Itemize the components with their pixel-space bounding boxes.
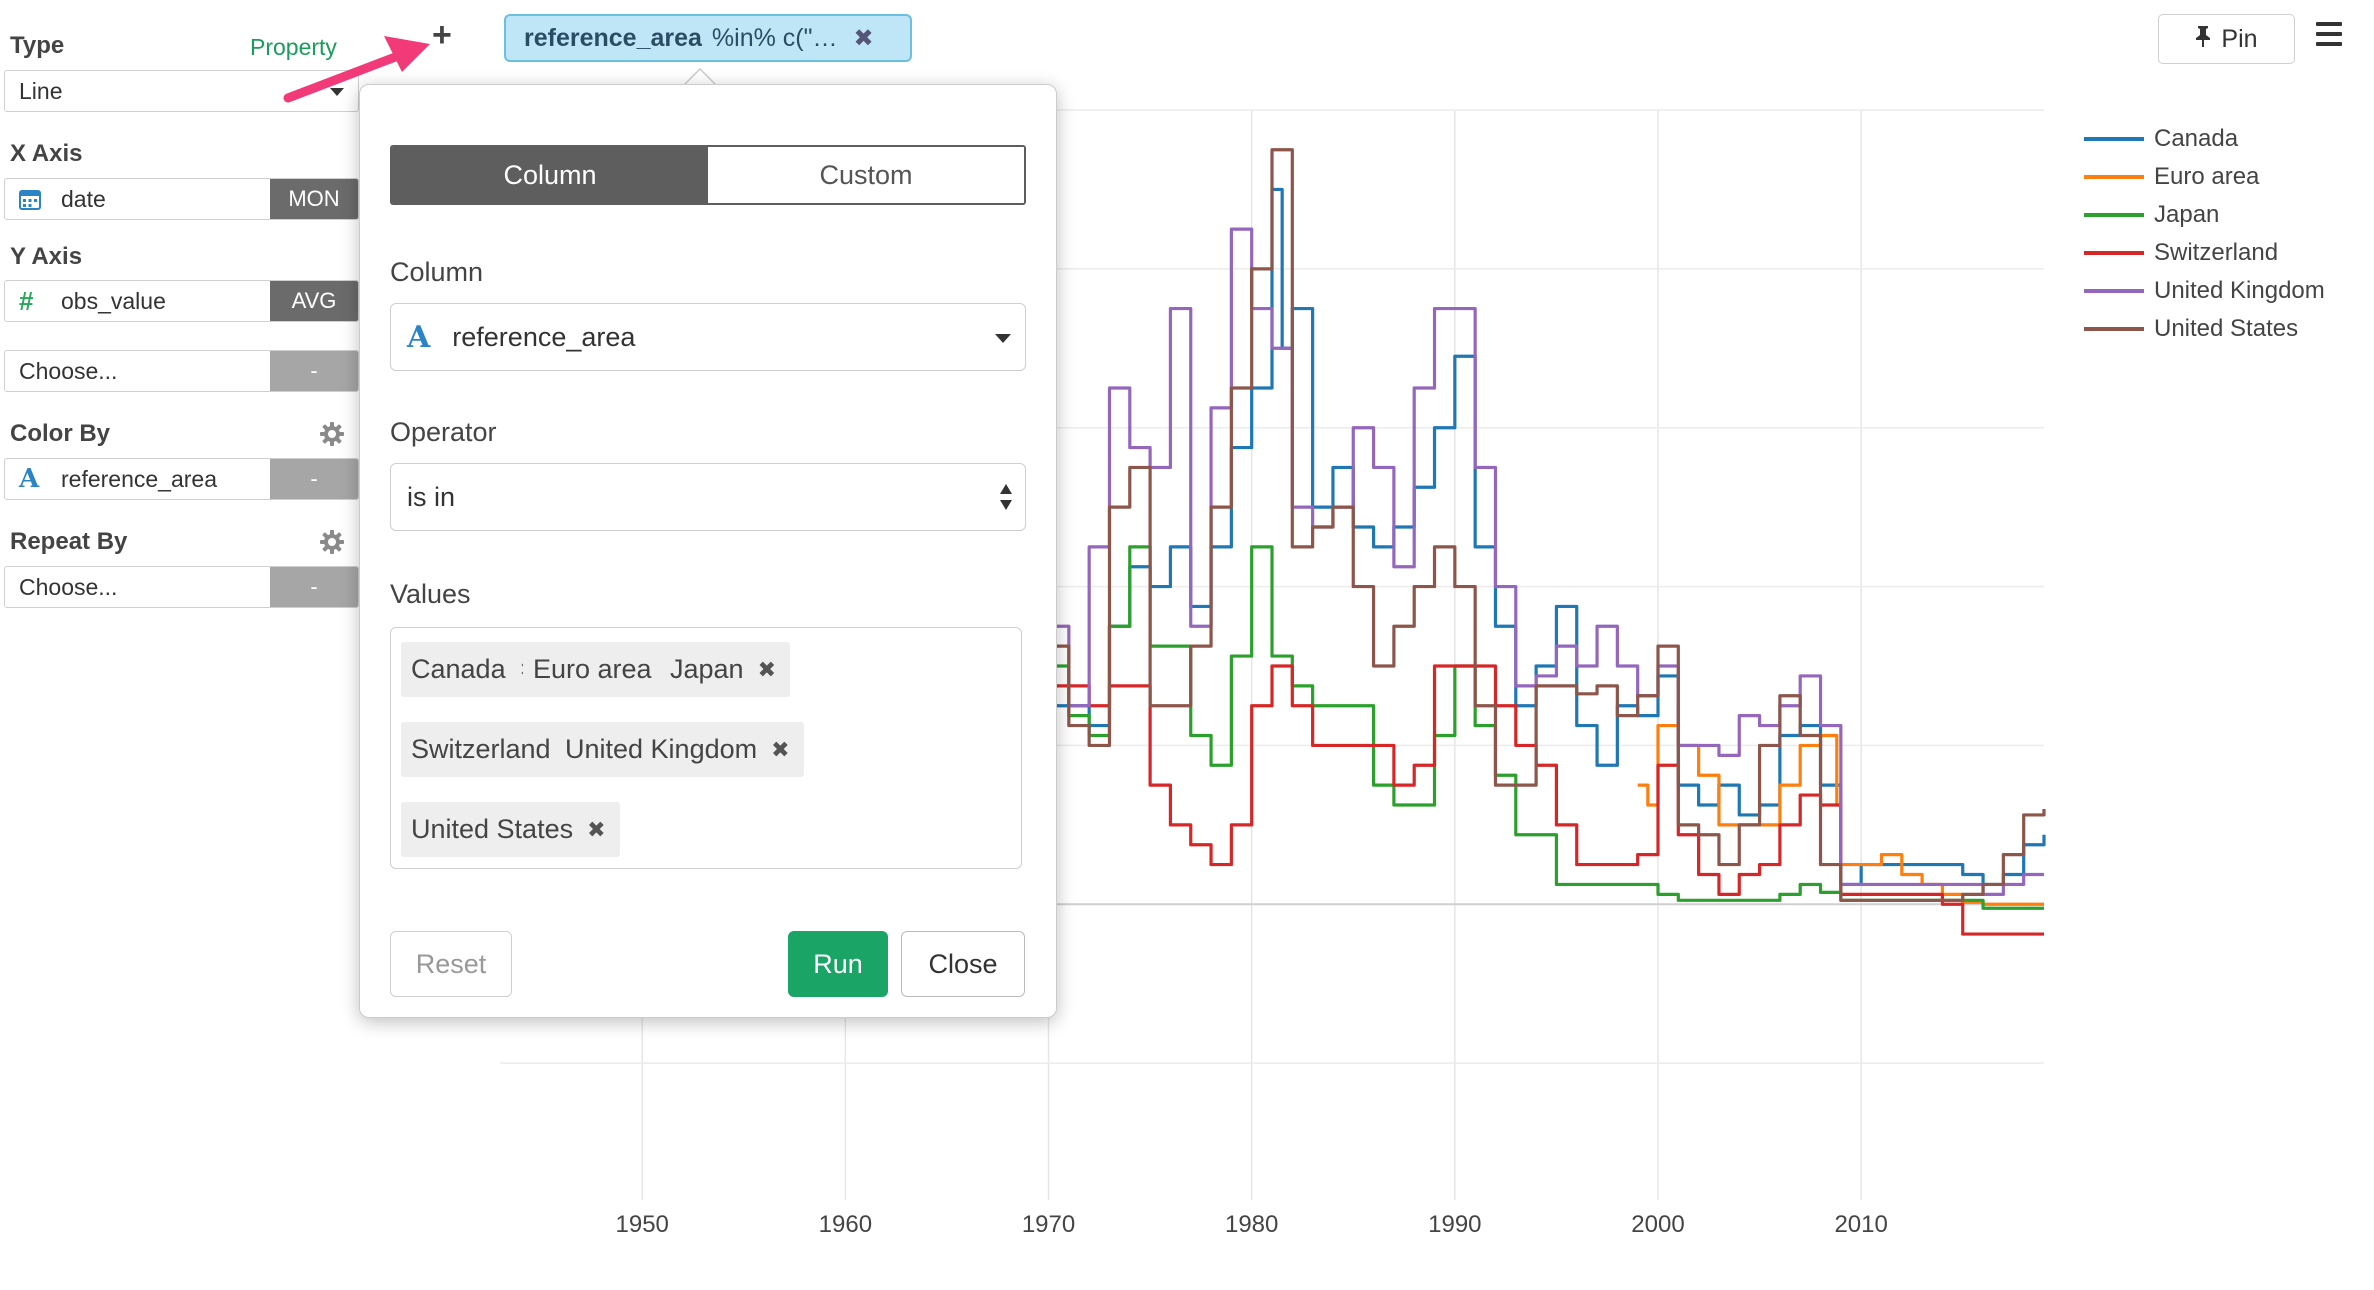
color-by-label: Color By	[10, 420, 111, 447]
legend-label: United Kingdom	[2154, 277, 2325, 304]
x-tick-label: 2000	[1631, 1211, 1684, 1238]
repeat-by-gear-icon[interactable]	[318, 528, 346, 556]
color-by-field[interactable]: A reference_area -	[4, 458, 359, 500]
legend-label: Switzerland	[2154, 239, 2279, 266]
value-tag: United Kingdom ✖	[555, 722, 804, 777]
remove-tag-icon[interactable]: ✖	[771, 737, 789, 763]
y-axis-extra-placeholder: Choose...	[19, 357, 118, 384]
value-tag-label: Euro area	[533, 654, 652, 684]
legend-item[interactable]: Japan	[2084, 196, 2325, 234]
y-axis-agg-button[interactable]: AVG	[270, 281, 358, 321]
close-icon[interactable]: ✖	[853, 24, 873, 53]
y-axis-extra-field[interactable]: Choose... -	[4, 350, 359, 392]
x-axis-field[interactable]: date MON	[4, 178, 359, 220]
operator-label: Operator	[390, 417, 497, 447]
color-by-value: reference_area	[61, 465, 217, 492]
values-tag-input[interactable]: Canada ✖ Euro area ✖ Japan ✖ Switzerland ✖ U…	[390, 627, 1022, 869]
x-axis-agg-button[interactable]: MON	[270, 179, 358, 219]
legend-swatch	[2084, 213, 2144, 217]
repeat-by-placeholder: Choose...	[19, 573, 118, 600]
legend-item[interactable]: United States	[2084, 310, 2325, 348]
column-label: Column	[390, 257, 484, 287]
calendar-icon	[19, 188, 49, 210]
column-select-value: reference_area	[452, 321, 636, 352]
series-line-switzerland	[1048, 664, 2044, 936]
reset-button[interactable]: Reset	[390, 931, 512, 997]
value-tag-label: Canada	[411, 654, 506, 684]
y-axis-field[interactable]: # obs_value AVG	[4, 280, 359, 322]
chart-type-value: Line	[19, 77, 63, 104]
series-line-united-kingdom	[1048, 227, 2044, 896]
x-tick-label: 1950	[616, 1211, 669, 1238]
y-axis-extra-agg-button[interactable]: -	[270, 351, 358, 391]
x-tick-label: 2010	[1834, 1211, 1887, 1238]
pin-icon	[2195, 25, 2211, 53]
y-axis-value: obs_value	[61, 287, 166, 314]
pin-button[interactable]: Pin	[2158, 14, 2295, 64]
value-tag: Japan ✖	[660, 642, 791, 697]
values-label: Values	[390, 579, 471, 609]
series-line-canada	[1048, 187, 2046, 887]
close-button[interactable]: Close	[901, 931, 1025, 997]
repeat-by-label: Repeat By	[10, 528, 128, 555]
filter-popover: Column Custom Column A reference_area Op…	[359, 84, 1057, 1018]
legend-label: Euro area	[2154, 163, 2260, 190]
pin-label: Pin	[2221, 24, 2258, 53]
remove-tag-icon[interactable]: ✖	[758, 657, 776, 683]
filter-chip-field: reference_area	[524, 23, 702, 52]
hash-icon: #	[19, 285, 34, 316]
x-tick-label: 1980	[1225, 1211, 1278, 1238]
type-label: Type	[10, 32, 65, 59]
legend-item[interactable]: Euro area	[2084, 158, 2325, 196]
chart-legend: Canada Euro area Japan Switzerland United Ki…	[2084, 120, 2325, 348]
add-filter-plus-icon[interactable]: +	[432, 18, 452, 52]
x-tick-label: 1960	[819, 1211, 872, 1238]
legend-swatch	[2084, 137, 2144, 141]
x-tick-label: 1990	[1428, 1211, 1481, 1238]
legend-swatch	[2084, 251, 2144, 255]
y-axis-label: Y Axis	[10, 243, 83, 270]
popover-pointer	[684, 68, 716, 85]
text-type-icon: A	[19, 464, 40, 494]
legend-label: Canada	[2154, 125, 2239, 152]
color-by-agg-button[interactable]: -	[270, 459, 358, 499]
legend-swatch	[2084, 289, 2144, 293]
legend-item[interactable]: United Kingdom	[2084, 272, 2325, 310]
value-tag-label: Japan	[670, 654, 744, 684]
up-down-chevron-icon	[1000, 484, 1012, 510]
legend-swatch	[2084, 327, 2144, 331]
x-axis-label: X Axis	[10, 140, 83, 167]
legend-label: United States	[2154, 315, 2299, 342]
value-tag: United States ✖	[401, 802, 620, 857]
operator-select-value: is in	[407, 481, 456, 512]
tab-column[interactable]: Column	[392, 147, 708, 203]
legend-swatch	[2084, 175, 2144, 179]
repeat-by-agg-button[interactable]: -	[270, 567, 358, 607]
filter-mode-tabs: Column Custom	[390, 145, 1026, 205]
legend-label: Japan	[2154, 201, 2220, 228]
x-tick-label: 1970	[1022, 1211, 1075, 1238]
value-tag-label: Switzerland	[411, 734, 551, 764]
filter-chip-expr: %in% c("…	[711, 23, 838, 52]
legend-item[interactable]: Switzerland	[2084, 234, 2325, 272]
chevron-down-icon	[995, 334, 1011, 343]
color-by-gear-icon[interactable]	[318, 420, 346, 448]
value-tag-label: United Kingdom	[565, 734, 758, 764]
run-button[interactable]: Run	[788, 931, 888, 997]
legend-item[interactable]: Canada	[2084, 120, 2325, 158]
text-type-icon: A	[407, 319, 431, 355]
x-axis-value: date	[61, 185, 106, 212]
remove-tag-icon[interactable]: ✖	[587, 817, 605, 843]
column-select[interactable]: A reference_area	[390, 303, 1026, 371]
operator-select[interactable]: is in	[390, 463, 1026, 531]
tab-custom[interactable]: Custom	[708, 147, 1024, 203]
value-tag-label: United States	[411, 814, 574, 844]
repeat-by-field[interactable]: Choose... -	[4, 566, 359, 608]
hamburger-menu-icon[interactable]	[2316, 22, 2342, 46]
filter-chip[interactable]: reference_area %in% c("… ✖	[504, 14, 912, 62]
